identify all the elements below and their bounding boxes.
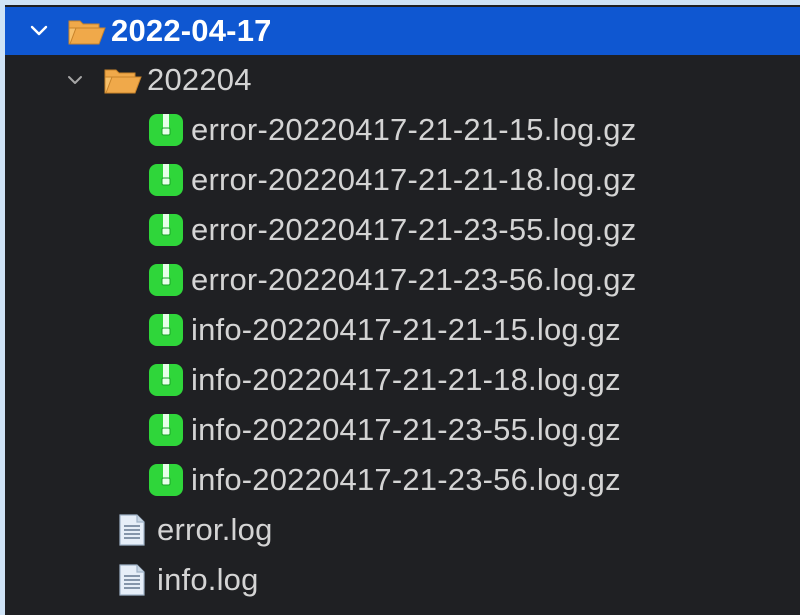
file-tree: 2022-04-17 202204 error-20220417-21-21-1… <box>5 5 800 615</box>
tree-item-file[interactable]: info-20220417-21-21-18.log.gz <box>5 355 800 405</box>
chevron-down-icon[interactable] <box>63 68 87 92</box>
tree-item-file[interactable]: error-20220417-21-23-55.log.gz <box>5 205 800 255</box>
tree-item-file[interactable]: error-20220417-21-21-15.log.gz <box>5 105 800 155</box>
tree-item-label: info-20220417-21-23-55.log.gz <box>191 412 621 447</box>
tree-item-label: 202204 <box>147 62 252 97</box>
chevron-down-icon[interactable] <box>27 19 51 43</box>
gz-archive-icon <box>147 162 185 198</box>
tree-item-subfolder[interactable]: 202204 <box>5 55 800 105</box>
tree-item-file[interactable]: error-20220417-21-21-18.log.gz <box>5 155 800 205</box>
tree-item-label: info-20220417-21-21-18.log.gz <box>191 362 621 397</box>
tree-item-file[interactable]: error.log <box>5 505 800 555</box>
tree-item-label: error-20220417-21-23-55.log.gz <box>191 212 637 247</box>
tree-item-file[interactable]: info-20220417-21-23-56.log.gz <box>5 455 800 505</box>
tree-item-label: error-20220417-21-23-56.log.gz <box>191 262 637 297</box>
gz-archive-icon <box>147 412 185 448</box>
open-folder-icon <box>103 65 143 95</box>
open-folder-icon <box>67 16 107 46</box>
tree-item-file[interactable]: error-20220417-21-23-56.log.gz <box>5 255 800 305</box>
gz-archive-icon <box>147 112 185 148</box>
tree-item-label: error.log <box>157 512 273 547</box>
gz-archive-icon <box>147 462 185 498</box>
tree-item-label: error-20220417-21-21-15.log.gz <box>191 112 637 147</box>
log-file-icon <box>117 563 147 597</box>
tree-item-root-folder[interactable]: 2022-04-17 <box>5 7 800 55</box>
gz-archive-icon <box>147 312 185 348</box>
tree-item-file[interactable]: info-20220417-21-21-15.log.gz <box>5 305 800 355</box>
tree-item-label: info.log <box>157 562 259 597</box>
log-file-icon <box>117 513 147 547</box>
tree-item-file[interactable]: info.log <box>5 555 800 605</box>
gz-archive-icon <box>147 262 185 298</box>
tree-item-label: error-20220417-21-21-18.log.gz <box>191 162 637 197</box>
tree-item-file[interactable]: info-20220417-21-23-55.log.gz <box>5 405 800 455</box>
tree-item-label: 2022-04-17 <box>111 13 272 48</box>
gz-archive-icon <box>147 212 185 248</box>
tree-item-label: info-20220417-21-21-15.log.gz <box>191 312 621 347</box>
gz-archive-icon <box>147 362 185 398</box>
tree-item-label: info-20220417-21-23-56.log.gz <box>191 462 621 497</box>
